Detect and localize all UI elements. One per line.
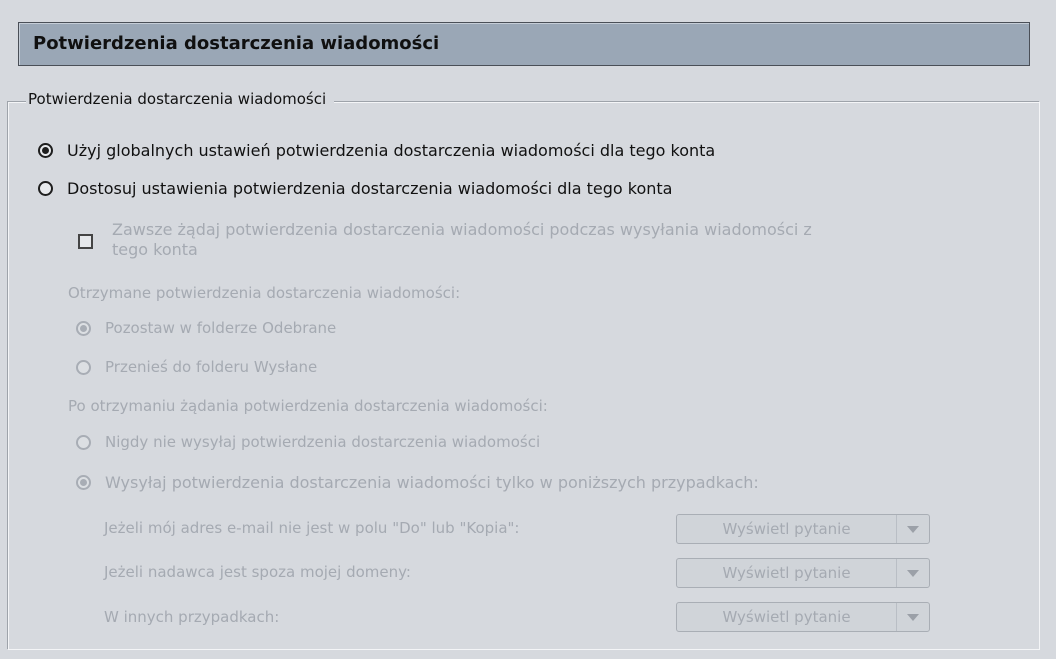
always-request-label-line1: Zawsze żądaj potwierdzenia dostarczenia … bbox=[112, 220, 812, 239]
group-legend: Potwierdzenia dostarczenia wiadomości bbox=[26, 90, 335, 108]
move-to-sent-radio[interactable]: Przenieś do folderu Wysłane bbox=[76, 358, 317, 376]
radio-unselected-icon bbox=[76, 359, 91, 375]
radio-selected-icon bbox=[38, 143, 53, 158]
always-request-checkbox[interactable] bbox=[78, 234, 93, 249]
page-header: Potwierdzenia dostarczenia wiadomości bbox=[18, 22, 1030, 66]
case-outside-domain-select[interactable]: Wyświetl pytanie bbox=[676, 558, 930, 588]
case-not-in-to-cc-label: Jeżeli mój adres e-mail nie jest w polu … bbox=[104, 519, 520, 537]
received-receipts-label: Otrzymane potwierdzenia dostarczenia wia… bbox=[68, 284, 461, 302]
case-not-in-to-cc-select[interactable]: Wyświetl pytanie bbox=[676, 514, 930, 544]
send-only-in-cases-radio[interactable]: Wysyłaj potwierdzenia dostarczenia wiado… bbox=[76, 473, 759, 492]
radio-selected-icon bbox=[76, 475, 91, 490]
page-title: Potwierdzenia dostarczenia wiadomości bbox=[33, 33, 440, 54]
radio-selected-icon bbox=[76, 320, 91, 336]
case-outside-domain-label: Jeżeli nadawca jest spoza mojej domeny: bbox=[104, 563, 411, 581]
always-request-label-line2: tego konta bbox=[112, 240, 198, 259]
radio-unselected-icon bbox=[38, 181, 53, 196]
on-request-label: Po otrzymaniu żądania potwierdzenia dost… bbox=[68, 397, 548, 415]
never-send-radio[interactable]: Nigdy nie wysyłaj potwierdzenia dostarcz… bbox=[76, 433, 540, 451]
chevron-down-icon bbox=[907, 525, 919, 533]
use-global-settings-radio[interactable]: Użyj globalnych ustawień potwierdzenia d… bbox=[38, 141, 715, 160]
chevron-down-icon bbox=[907, 613, 919, 621]
case-other-select[interactable]: Wyświetl pytanie bbox=[676, 602, 930, 632]
chevron-down-icon bbox=[907, 569, 919, 577]
radio-unselected-icon bbox=[76, 434, 91, 450]
case-other-label: W innych przypadkach: bbox=[104, 608, 280, 626]
customize-settings-radio[interactable]: Dostosuj ustawienia potwierdzenia dostar… bbox=[38, 179, 672, 198]
leave-in-inbox-radio[interactable]: Pozostaw w folderze Odebrane bbox=[76, 319, 336, 337]
